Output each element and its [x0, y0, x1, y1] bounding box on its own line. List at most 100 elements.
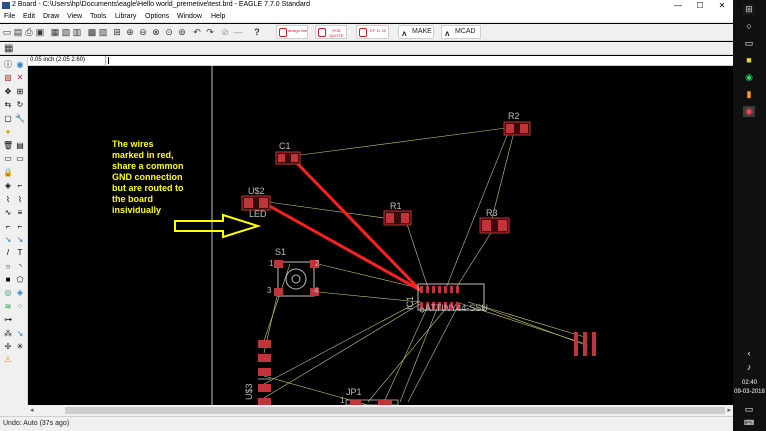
ratsnest-icon[interactable]: ⁂ [3, 329, 13, 338]
delete-icon[interactable]: 🗑 [3, 141, 13, 150]
optimize-icon[interactable]: ⌇ [15, 195, 25, 204]
keyboard-icon[interactable]: ⌨ [743, 418, 755, 429]
presentation-app-icon[interactable]: ▮ [743, 89, 755, 100]
smash-icon[interactable]: ◈ [3, 181, 13, 190]
dimension-icon[interactable]: ⊶ [3, 315, 13, 324]
whatsapp-icon[interactable]: ◉ [743, 72, 755, 83]
arc-icon[interactable]: ◝ [15, 262, 25, 271]
make-button[interactable]: ᴧ MAKE [398, 25, 434, 39]
save-icon[interactable]: ▤ [13, 27, 23, 37]
slice-icon[interactable]: ↘ [3, 235, 13, 244]
command-input[interactable] [108, 57, 109, 64]
c1-component[interactable] [275, 151, 301, 165]
info-icon[interactable]: ⓘ [3, 60, 13, 69]
library-icon[interactable]: ▩ [87, 27, 97, 37]
zoom-select-icon[interactable]: ⊚ [177, 27, 187, 37]
menu-draw[interactable]: Draw [43, 13, 59, 20]
circle-icon[interactable]: ○ [3, 262, 13, 271]
undo-icon[interactable]: ↶ [192, 27, 202, 37]
menu-edit[interactable]: Edit [23, 13, 35, 20]
led-component[interactable] [241, 195, 271, 211]
hole-icon[interactable]: ≋ [3, 302, 13, 311]
lock-icon[interactable]: 🔒 [3, 168, 13, 177]
sticky-notes-icon[interactable]: ■ [743, 55, 755, 66]
ripup-icon[interactable]: ⌐ [3, 222, 13, 231]
menu-tools[interactable]: Tools [90, 13, 106, 20]
polygon-icon[interactable]: ⬠ [15, 275, 25, 284]
scroll-right-icon[interactable]: ▸ [727, 406, 731, 414]
mark-icon[interactable]: ✕ [15, 73, 25, 82]
autoroute-icon[interactable]: ↘ [15, 235, 25, 244]
volume-icon[interactable]: ♪ [743, 362, 755, 373]
tray-expand-icon[interactable]: ‹ [743, 348, 755, 359]
script-icon[interactable]: ▦ [50, 27, 60, 37]
erc-icon[interactable]: ✢ [3, 342, 13, 351]
windows-start-icon[interactable]: ⊞ [743, 4, 755, 15]
add-icon[interactable]: ▤ [15, 141, 25, 150]
meander-icon[interactable]: ∿ [3, 208, 13, 217]
redo-icon[interactable]: ↷ [205, 27, 215, 37]
value-icon[interactable]: ▭ [15, 154, 25, 163]
mcad-button[interactable]: ᴧ MCAD [441, 25, 481, 39]
pcb-quote-button[interactable]: PCB QUOTE [315, 25, 347, 39]
notifications-icon[interactable]: ▭ [743, 404, 755, 415]
menu-file[interactable]: File [4, 13, 15, 20]
menu-library[interactable]: Library [115, 13, 136, 20]
name-icon[interactable]: ▭ [3, 154, 13, 163]
cortana-icon[interactable]: ○ [743, 21, 755, 32]
eagle-taskbar-icon[interactable]: ◉ [743, 106, 755, 117]
line-icon[interactable]: / [3, 248, 13, 257]
menu-window[interactable]: Window [177, 13, 202, 20]
change-icon[interactable]: 🔧 [15, 114, 25, 123]
zoom-fit-icon[interactable]: ⊞ [112, 27, 122, 37]
go-icon[interactable]: — [233, 27, 243, 37]
rotate-icon[interactable]: ↻ [15, 100, 25, 109]
scroll-left-icon[interactable]: ◂ [30, 406, 34, 414]
design-link-button[interactable]: design link [276, 25, 308, 39]
text-icon[interactable]: T [15, 248, 25, 257]
attribute-icon[interactable]: ⁘ [15, 302, 25, 311]
r3-component[interactable] [479, 217, 510, 234]
grid-icon[interactable]: ▦ [4, 43, 13, 54]
open-icon[interactable]: ▭ [2, 27, 12, 37]
zoom-out-icon[interactable]: ⊖ [138, 27, 148, 37]
r2-component[interactable] [503, 121, 531, 136]
copy-icon[interactable]: ⊞ [15, 87, 25, 96]
scroll-thumb[interactable] [65, 407, 725, 414]
wire-icon[interactable]: ⌐ [15, 222, 25, 231]
run-icon[interactable]: ▧ [61, 27, 71, 37]
menu-options[interactable]: Options [145, 13, 169, 20]
group-icon[interactable]: ▢ [3, 114, 13, 123]
print-icon[interactable]: ⎙ [24, 27, 34, 37]
split-icon[interactable]: ⌇ [3, 195, 13, 204]
via-icon[interactable]: ◎ [3, 288, 13, 297]
drc-tool-icon[interactable]: ✳ [15, 342, 25, 351]
rect-icon[interactable]: ■ [3, 275, 13, 284]
close-button[interactable]: ✕ [711, 0, 733, 11]
s1-switch[interactable] [274, 260, 319, 297]
zoom-area-icon[interactable]: ⊙ [164, 27, 174, 37]
paste-icon[interactable]: ● [3, 127, 13, 136]
stop-icon[interactable]: ⊘ [220, 27, 230, 37]
signal-icon[interactable]: ◈ [15, 288, 25, 297]
auto-icon[interactable]: ↘ [15, 329, 25, 338]
task-view-icon[interactable]: ▭ [743, 38, 755, 49]
ef-button[interactable]: EF 11 20 [356, 25, 389, 39]
move-icon[interactable]: ✥ [3, 87, 13, 96]
miter-icon[interactable]: ⌐ [15, 181, 25, 190]
route-icon[interactable]: ≡ [15, 208, 25, 217]
connector-right[interactable] [574, 332, 596, 356]
zoom-redraw-icon[interactable]: ⊗ [151, 27, 161, 37]
horizontal-scrollbar[interactable]: ◂ ▸ [28, 405, 733, 416]
menu-view[interactable]: View [67, 13, 82, 20]
menu-help[interactable]: Help [211, 13, 225, 20]
layers-icon[interactable]: ▨ [3, 73, 13, 82]
eye-icon[interactable]: ◉ [15, 60, 25, 69]
help-icon[interactable]: ? [252, 27, 262, 37]
mirror-icon[interactable]: ⇆ [3, 100, 13, 109]
maximize-button[interactable]: ☐ [689, 0, 711, 11]
drc-icon[interactable]: ▨ [98, 27, 108, 37]
minimize-button[interactable]: — [667, 0, 689, 11]
zoom-in-icon[interactable]: ⊕ [125, 27, 135, 37]
errors-icon[interactable]: ⚠ [3, 355, 13, 364]
